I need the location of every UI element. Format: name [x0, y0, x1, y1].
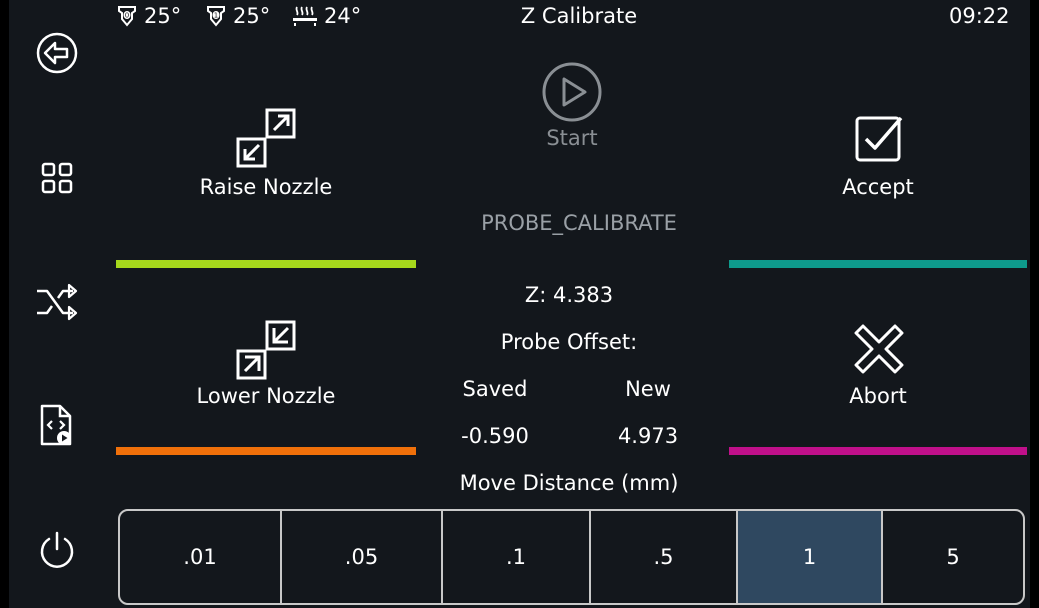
extruder0-temp-value: 25° [144, 4, 182, 28]
raise-nozzle-label: Raise Nozzle [199, 175, 333, 199]
clock: 09:22 [949, 4, 1010, 28]
bed-temp: 24° [292, 4, 361, 28]
probe-offset-label: Probe Offset: [500, 330, 638, 354]
extruder1-temp: 1 25° [205, 4, 270, 28]
z-position: Z: 4.383 [524, 283, 614, 307]
abort-label: Abort [849, 384, 907, 408]
raise-nozzle-button[interactable]: Raise Nozzle [116, 100, 416, 270]
saved-offset-value: -0.590 [461, 424, 529, 448]
accept-button[interactable]: Accept [729, 100, 1027, 270]
extruder0-temp: 0 25° [116, 4, 181, 28]
accept-bar [729, 260, 1027, 268]
checkbox-check-icon [855, 116, 903, 162]
raise-nozzle-icon [236, 108, 296, 168]
new-offset-label: New [625, 377, 671, 401]
distance-option[interactable]: 1 [738, 511, 883, 603]
distance-option[interactable]: .01 [120, 511, 282, 603]
back-arrow-icon [36, 32, 78, 74]
lower-nozzle-icon [236, 320, 296, 380]
move-button[interactable] [35, 280, 79, 324]
abort-bar [729, 447, 1027, 455]
z-calibrate-screen: 0 25° 1 25° 24° Z Calibrate 09:22 Start … [9, 0, 1030, 608]
extruder1-temp-value: 25° [233, 4, 271, 28]
power-button[interactable] [35, 528, 79, 572]
accept-label: Accept [842, 175, 914, 199]
new-offset-value: 4.973 [617, 424, 679, 448]
close-icon [854, 324, 904, 374]
lower-nozzle-label: Lower Nozzle [196, 384, 336, 408]
svg-text:1: 1 [214, 12, 218, 20]
distance-option[interactable]: 5 [883, 511, 1023, 603]
lower-nozzle-bar [116, 447, 416, 455]
lower-nozzle-button[interactable]: Lower Nozzle [116, 310, 416, 458]
shuffle-icon [37, 283, 78, 321]
distance-option[interactable]: .1 [443, 511, 591, 603]
extruder-1-icon: 1 [207, 6, 225, 27]
file-code-icon [40, 404, 72, 446]
abort-button[interactable]: Abort [729, 310, 1027, 458]
svg-text:0: 0 [125, 12, 129, 20]
saved-offset-label: Saved [462, 377, 528, 401]
raise-nozzle-bar [116, 260, 416, 268]
start-label: Start [546, 126, 598, 150]
calibration-method: PROBE_CALIBRATE [481, 211, 677, 235]
grid-icon [41, 162, 73, 194]
heated-bed-icon [293, 6, 317, 26]
move-distance-label: Move Distance (mm) [459, 471, 679, 495]
distance-option[interactable]: .05 [282, 511, 443, 603]
distance-option[interactable]: .5 [591, 511, 738, 603]
extruder-0-icon: 0 [118, 6, 136, 27]
bed-temp-value: 24° [324, 4, 362, 28]
play-icon [542, 62, 602, 122]
move-distance-selector: .01 .05 .1 .5 1 5 [118, 509, 1025, 605]
back-button[interactable] [35, 31, 79, 75]
menu-button[interactable] [35, 156, 79, 200]
start-button[interactable]: Start [514, 60, 630, 155]
macros-button[interactable] [35, 404, 79, 448]
power-icon [40, 531, 74, 568]
screen-title: Z Calibrate [520, 4, 638, 28]
